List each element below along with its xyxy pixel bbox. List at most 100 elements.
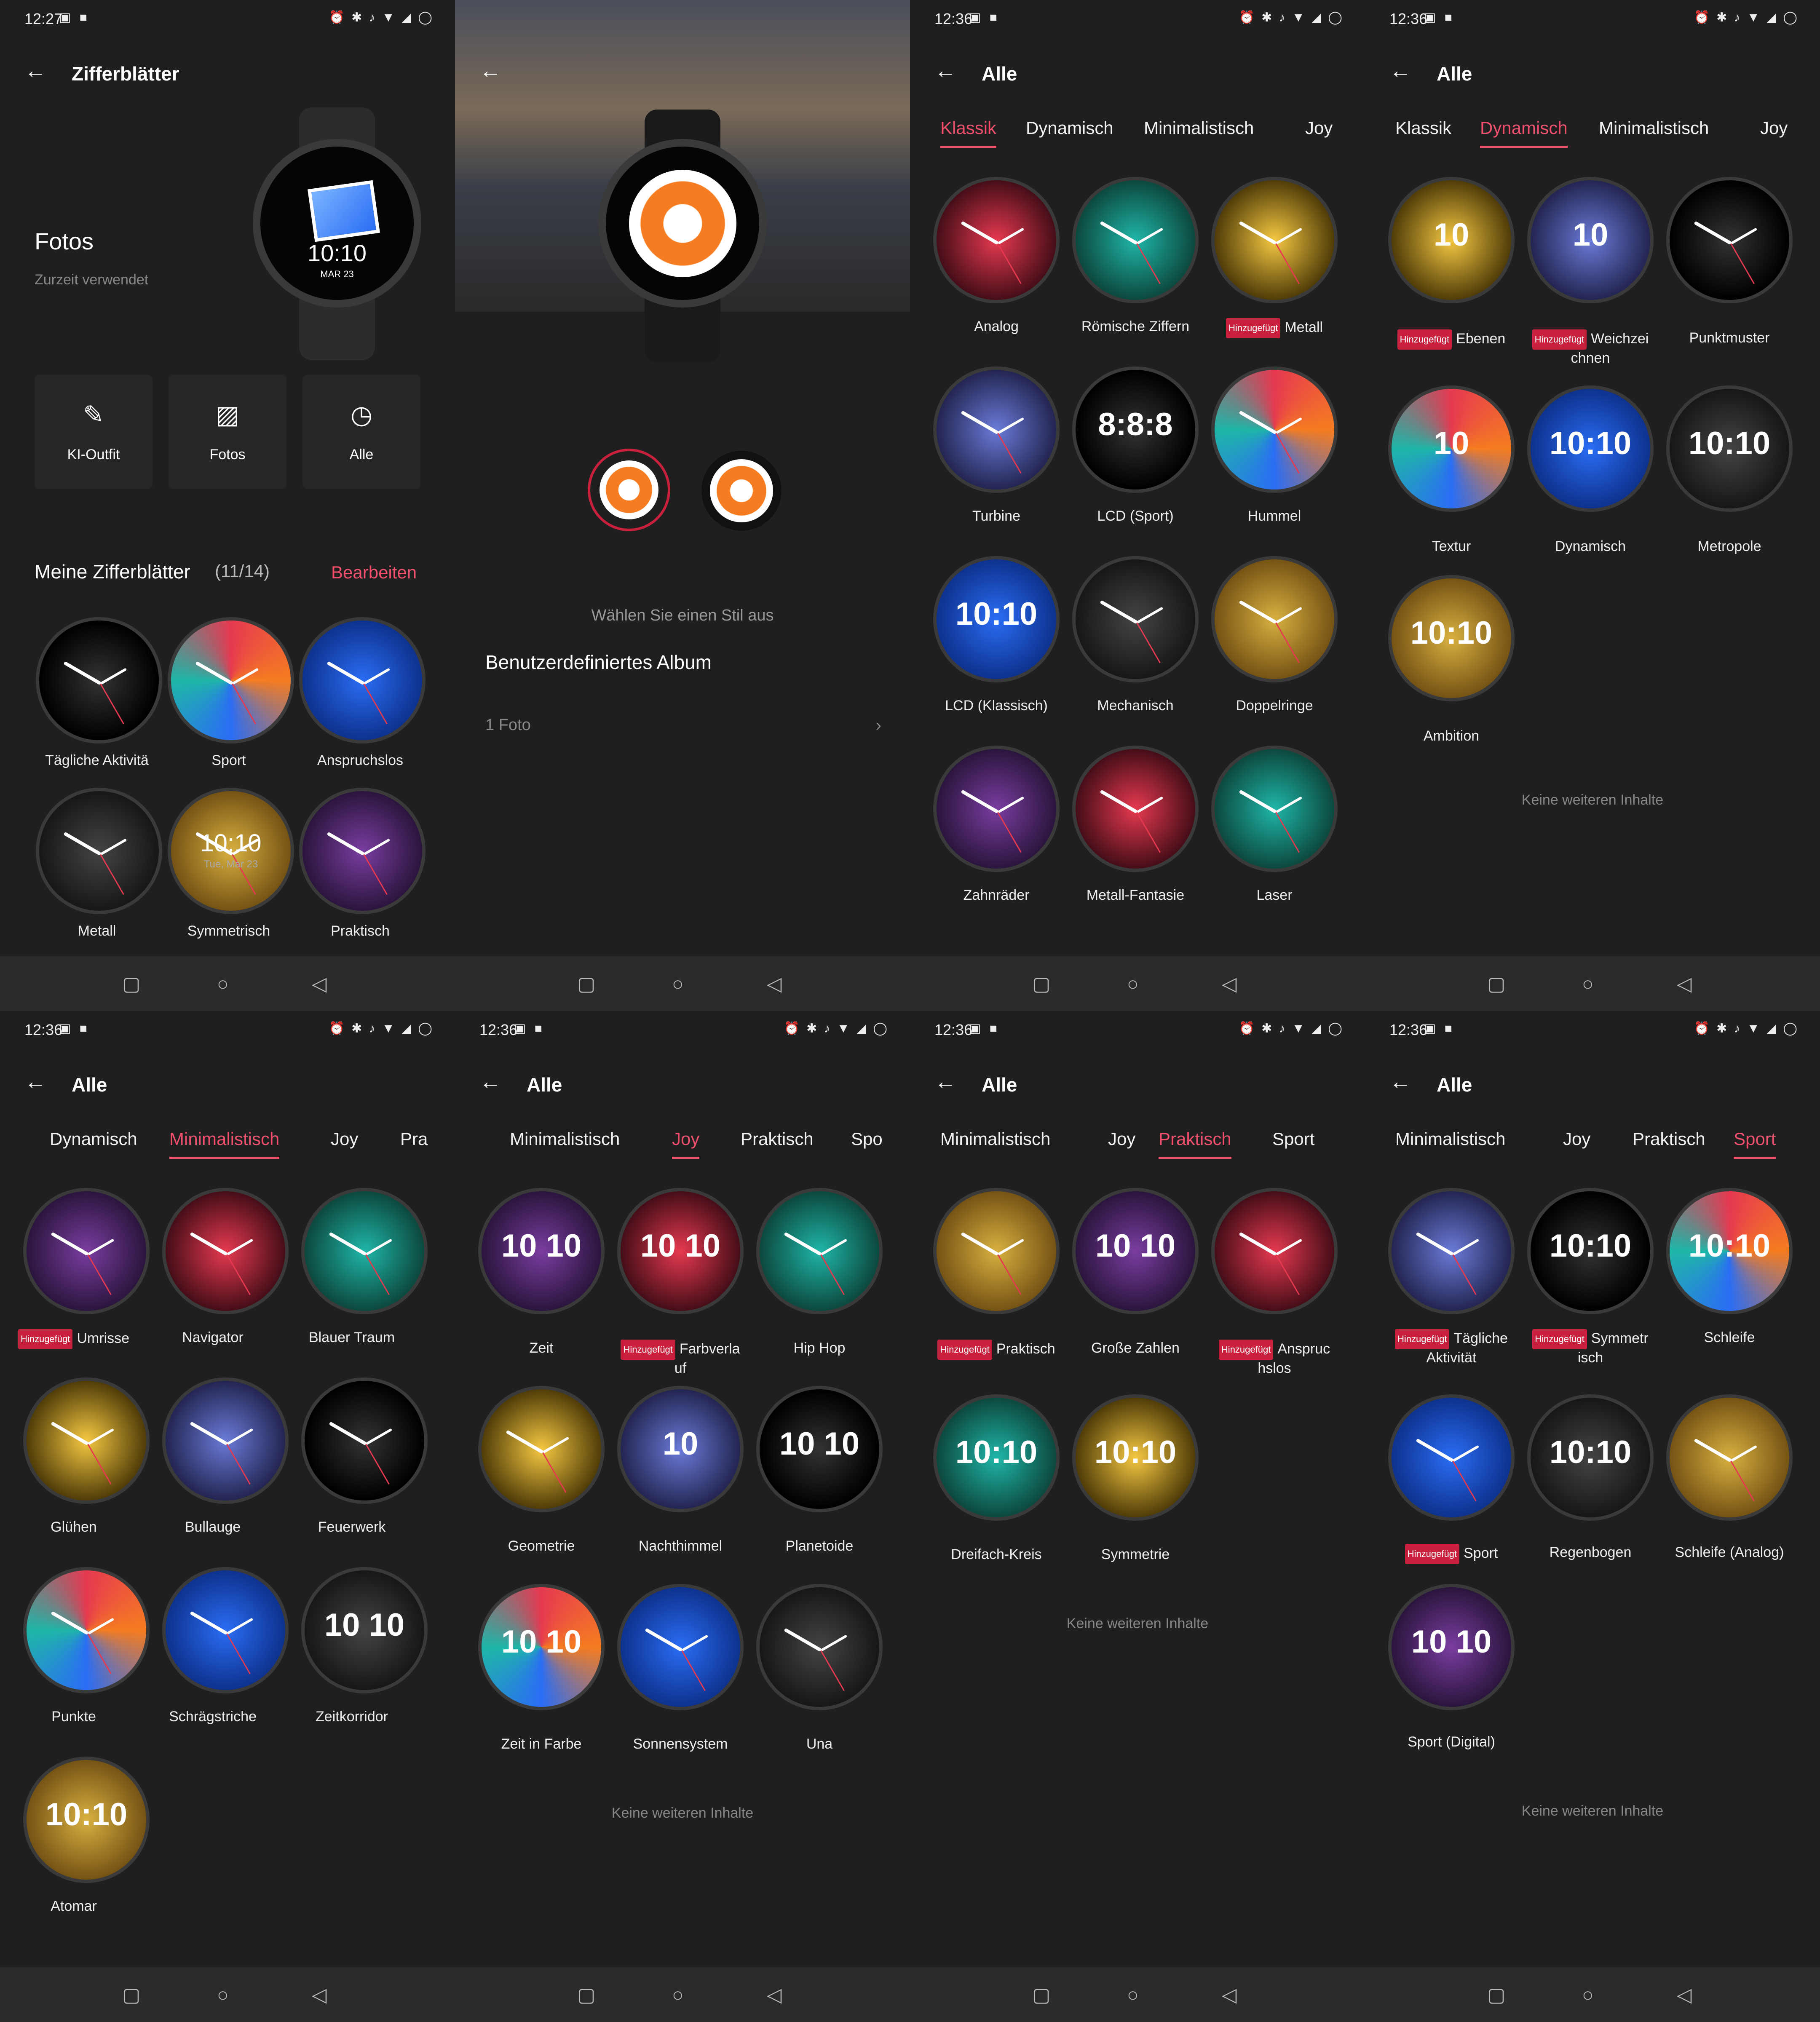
watch-face-preview[interactable] bbox=[301, 1188, 428, 1314]
back-arrow-icon[interactable]: ← bbox=[1389, 58, 1411, 83]
action-card[interactable]: ▨ Fotos bbox=[169, 375, 286, 489]
back-arrow-icon[interactable]: ← bbox=[24, 1069, 46, 1094]
watch-face-preview[interactable] bbox=[756, 1584, 883, 1710]
watch-face-preview[interactable] bbox=[933, 177, 1060, 303]
watch-face-preview[interactable]: 10 10 bbox=[478, 1188, 605, 1314]
category-tab[interactable]: Klassik bbox=[940, 118, 997, 148]
watch-face-preview[interactable] bbox=[1666, 177, 1793, 303]
watch-face-preview[interactable] bbox=[299, 617, 426, 744]
watch-face-preview[interactable] bbox=[299, 788, 426, 914]
watch-face-preview[interactable] bbox=[36, 617, 162, 744]
category-tab[interactable]: Praktisch bbox=[1633, 1129, 1705, 1149]
category-tab[interactable]: Dynamisch bbox=[1480, 118, 1568, 148]
category-tab[interactable]: Joy bbox=[1108, 1129, 1135, 1149]
watch-face-preview[interactable]: 10:10 Tue, Mar 23 bbox=[168, 788, 294, 914]
watch-face-preview[interactable]: 10:10 bbox=[1388, 575, 1515, 701]
back-nav-button[interactable]: ◁ bbox=[312, 1983, 327, 2006]
watch-face-preview[interactable]: 10:10 bbox=[933, 1394, 1060, 1521]
back-nav-button[interactable]: ◁ bbox=[1222, 1983, 1237, 2006]
watch-face-preview[interactable]: 10 10 bbox=[478, 1584, 605, 1710]
category-tab[interactable]: Pra bbox=[400, 1129, 428, 1149]
watch-face-preview[interactable] bbox=[1211, 177, 1338, 303]
category-tab[interactable]: Minimalistisch bbox=[510, 1129, 620, 1149]
category-tab[interactable]: Praktisch bbox=[1159, 1129, 1231, 1159]
category-tab[interactable]: Dynamisch bbox=[1026, 118, 1113, 138]
category-tab[interactable]: Minimalistisch bbox=[1599, 118, 1709, 138]
recents-button[interactable]: ▢ bbox=[1032, 1983, 1050, 2006]
category-tab[interactable]: Minimalistisch bbox=[1144, 118, 1254, 138]
category-tab[interactable]: Joy bbox=[331, 1129, 358, 1149]
watch-face-preview[interactable] bbox=[933, 746, 1060, 872]
category-tab[interactable]: Minimalistisch bbox=[940, 1129, 1050, 1149]
back-arrow-icon[interactable]: ← bbox=[479, 58, 501, 83]
category-tab[interactable]: Klassik bbox=[1395, 118, 1451, 138]
watch-face-preview[interactable] bbox=[756, 1188, 883, 1314]
back-arrow-icon[interactable]: ← bbox=[479, 1069, 501, 1094]
edit-button[interactable]: Bearbeiten bbox=[331, 562, 417, 583]
back-arrow-icon[interactable]: ← bbox=[934, 1069, 956, 1094]
category-tab[interactable]: Spo bbox=[851, 1129, 883, 1149]
watch-face-preview[interactable] bbox=[1211, 556, 1338, 682]
recents-button[interactable]: ▢ bbox=[577, 1983, 595, 2006]
watch-face-preview[interactable] bbox=[1211, 366, 1338, 493]
watch-face-preview[interactable] bbox=[162, 1188, 289, 1314]
back-arrow-icon[interactable]: ← bbox=[934, 58, 956, 83]
category-tab[interactable]: Sport bbox=[1734, 1129, 1776, 1159]
home-button[interactable]: ○ bbox=[1127, 972, 1139, 995]
category-tab[interactable]: Praktisch bbox=[741, 1129, 814, 1149]
watch-face-preview[interactable]: 10 10 bbox=[617, 1188, 744, 1314]
watch-face-preview[interactable]: 10:10 bbox=[1666, 1188, 1793, 1314]
style-option[interactable] bbox=[701, 451, 782, 531]
watch-face-preview[interactable] bbox=[1388, 1394, 1515, 1521]
watch-face-preview[interactable]: 10 bbox=[1388, 385, 1515, 512]
watch-face-preview[interactable]: 10 bbox=[1527, 177, 1654, 303]
action-card[interactable]: ◷ Alle bbox=[302, 375, 420, 489]
home-button[interactable]: ○ bbox=[217, 972, 229, 995]
watch-face-preview[interactable]: 10 10 bbox=[1388, 1584, 1515, 1710]
watch-face-preview[interactable] bbox=[36, 788, 162, 914]
category-tab[interactable]: Minimalistisch bbox=[1395, 1129, 1505, 1149]
watch-face-preview[interactable]: 8:8:8 bbox=[1072, 366, 1199, 493]
watch-face-preview[interactable]: 10:10 bbox=[23, 1757, 150, 1883]
watch-face-preview[interactable]: 10 bbox=[1388, 177, 1515, 303]
watch-face-preview[interactable] bbox=[617, 1584, 744, 1710]
recents-button[interactable]: ▢ bbox=[122, 1983, 140, 2006]
category-tab[interactable]: Dynamisch bbox=[50, 1129, 137, 1149]
watch-face-preview[interactable] bbox=[301, 1377, 428, 1504]
watch-face-preview[interactable] bbox=[1211, 746, 1338, 872]
style-option-selected[interactable] bbox=[588, 449, 670, 531]
recents-button[interactable]: ▢ bbox=[1487, 972, 1505, 995]
action-card[interactable]: ✎ KI-Outfit bbox=[35, 375, 153, 489]
watch-face-preview[interactable]: 10 10 bbox=[301, 1567, 428, 1693]
home-button[interactable]: ○ bbox=[1582, 972, 1594, 995]
category-tab[interactable]: Joy bbox=[672, 1129, 700, 1159]
watch-face-preview[interactable]: 10:10 bbox=[1527, 1188, 1654, 1314]
recents-button[interactable]: ▢ bbox=[122, 972, 140, 995]
watch-face-preview[interactable]: 10 10 bbox=[1072, 1188, 1199, 1314]
watch-face-preview[interactable] bbox=[933, 1188, 1060, 1314]
album-row[interactable]: 1 Foto › bbox=[485, 716, 881, 741]
home-button[interactable]: ○ bbox=[217, 1983, 229, 2006]
watch-face-preview[interactable]: 10:10 bbox=[1666, 385, 1793, 512]
watch-face-preview[interactable] bbox=[1211, 1188, 1338, 1314]
back-nav-button[interactable]: ◁ bbox=[767, 1983, 782, 2006]
home-button[interactable]: ○ bbox=[1582, 1983, 1594, 2006]
recents-button[interactable]: ▢ bbox=[577, 972, 595, 995]
category-tab[interactable]: Sport bbox=[1272, 1129, 1314, 1149]
watch-face-preview[interactable] bbox=[1072, 177, 1199, 303]
watch-face-preview[interactable] bbox=[23, 1567, 150, 1693]
watch-face-preview[interactable] bbox=[1072, 746, 1199, 872]
category-tab[interactable]: Joy bbox=[1760, 118, 1788, 138]
watch-face-preview[interactable] bbox=[1072, 556, 1199, 682]
back-nav-button[interactable]: ◁ bbox=[767, 972, 782, 995]
watch-face-preview[interactable] bbox=[478, 1386, 605, 1512]
home-button[interactable]: ○ bbox=[672, 972, 684, 995]
back-nav-button[interactable]: ◁ bbox=[312, 972, 327, 995]
category-tab[interactable]: Joy bbox=[1563, 1129, 1590, 1149]
back-arrow-icon[interactable]: ← bbox=[1389, 1069, 1411, 1094]
back-nav-button[interactable]: ◁ bbox=[1677, 972, 1692, 995]
watch-face-preview[interactable]: 10:10 bbox=[1527, 385, 1654, 512]
watch-face-preview[interactable] bbox=[23, 1377, 150, 1504]
watch-face-preview[interactable]: 10 10 bbox=[756, 1386, 883, 1512]
category-tab[interactable]: Joy bbox=[1305, 118, 1333, 138]
